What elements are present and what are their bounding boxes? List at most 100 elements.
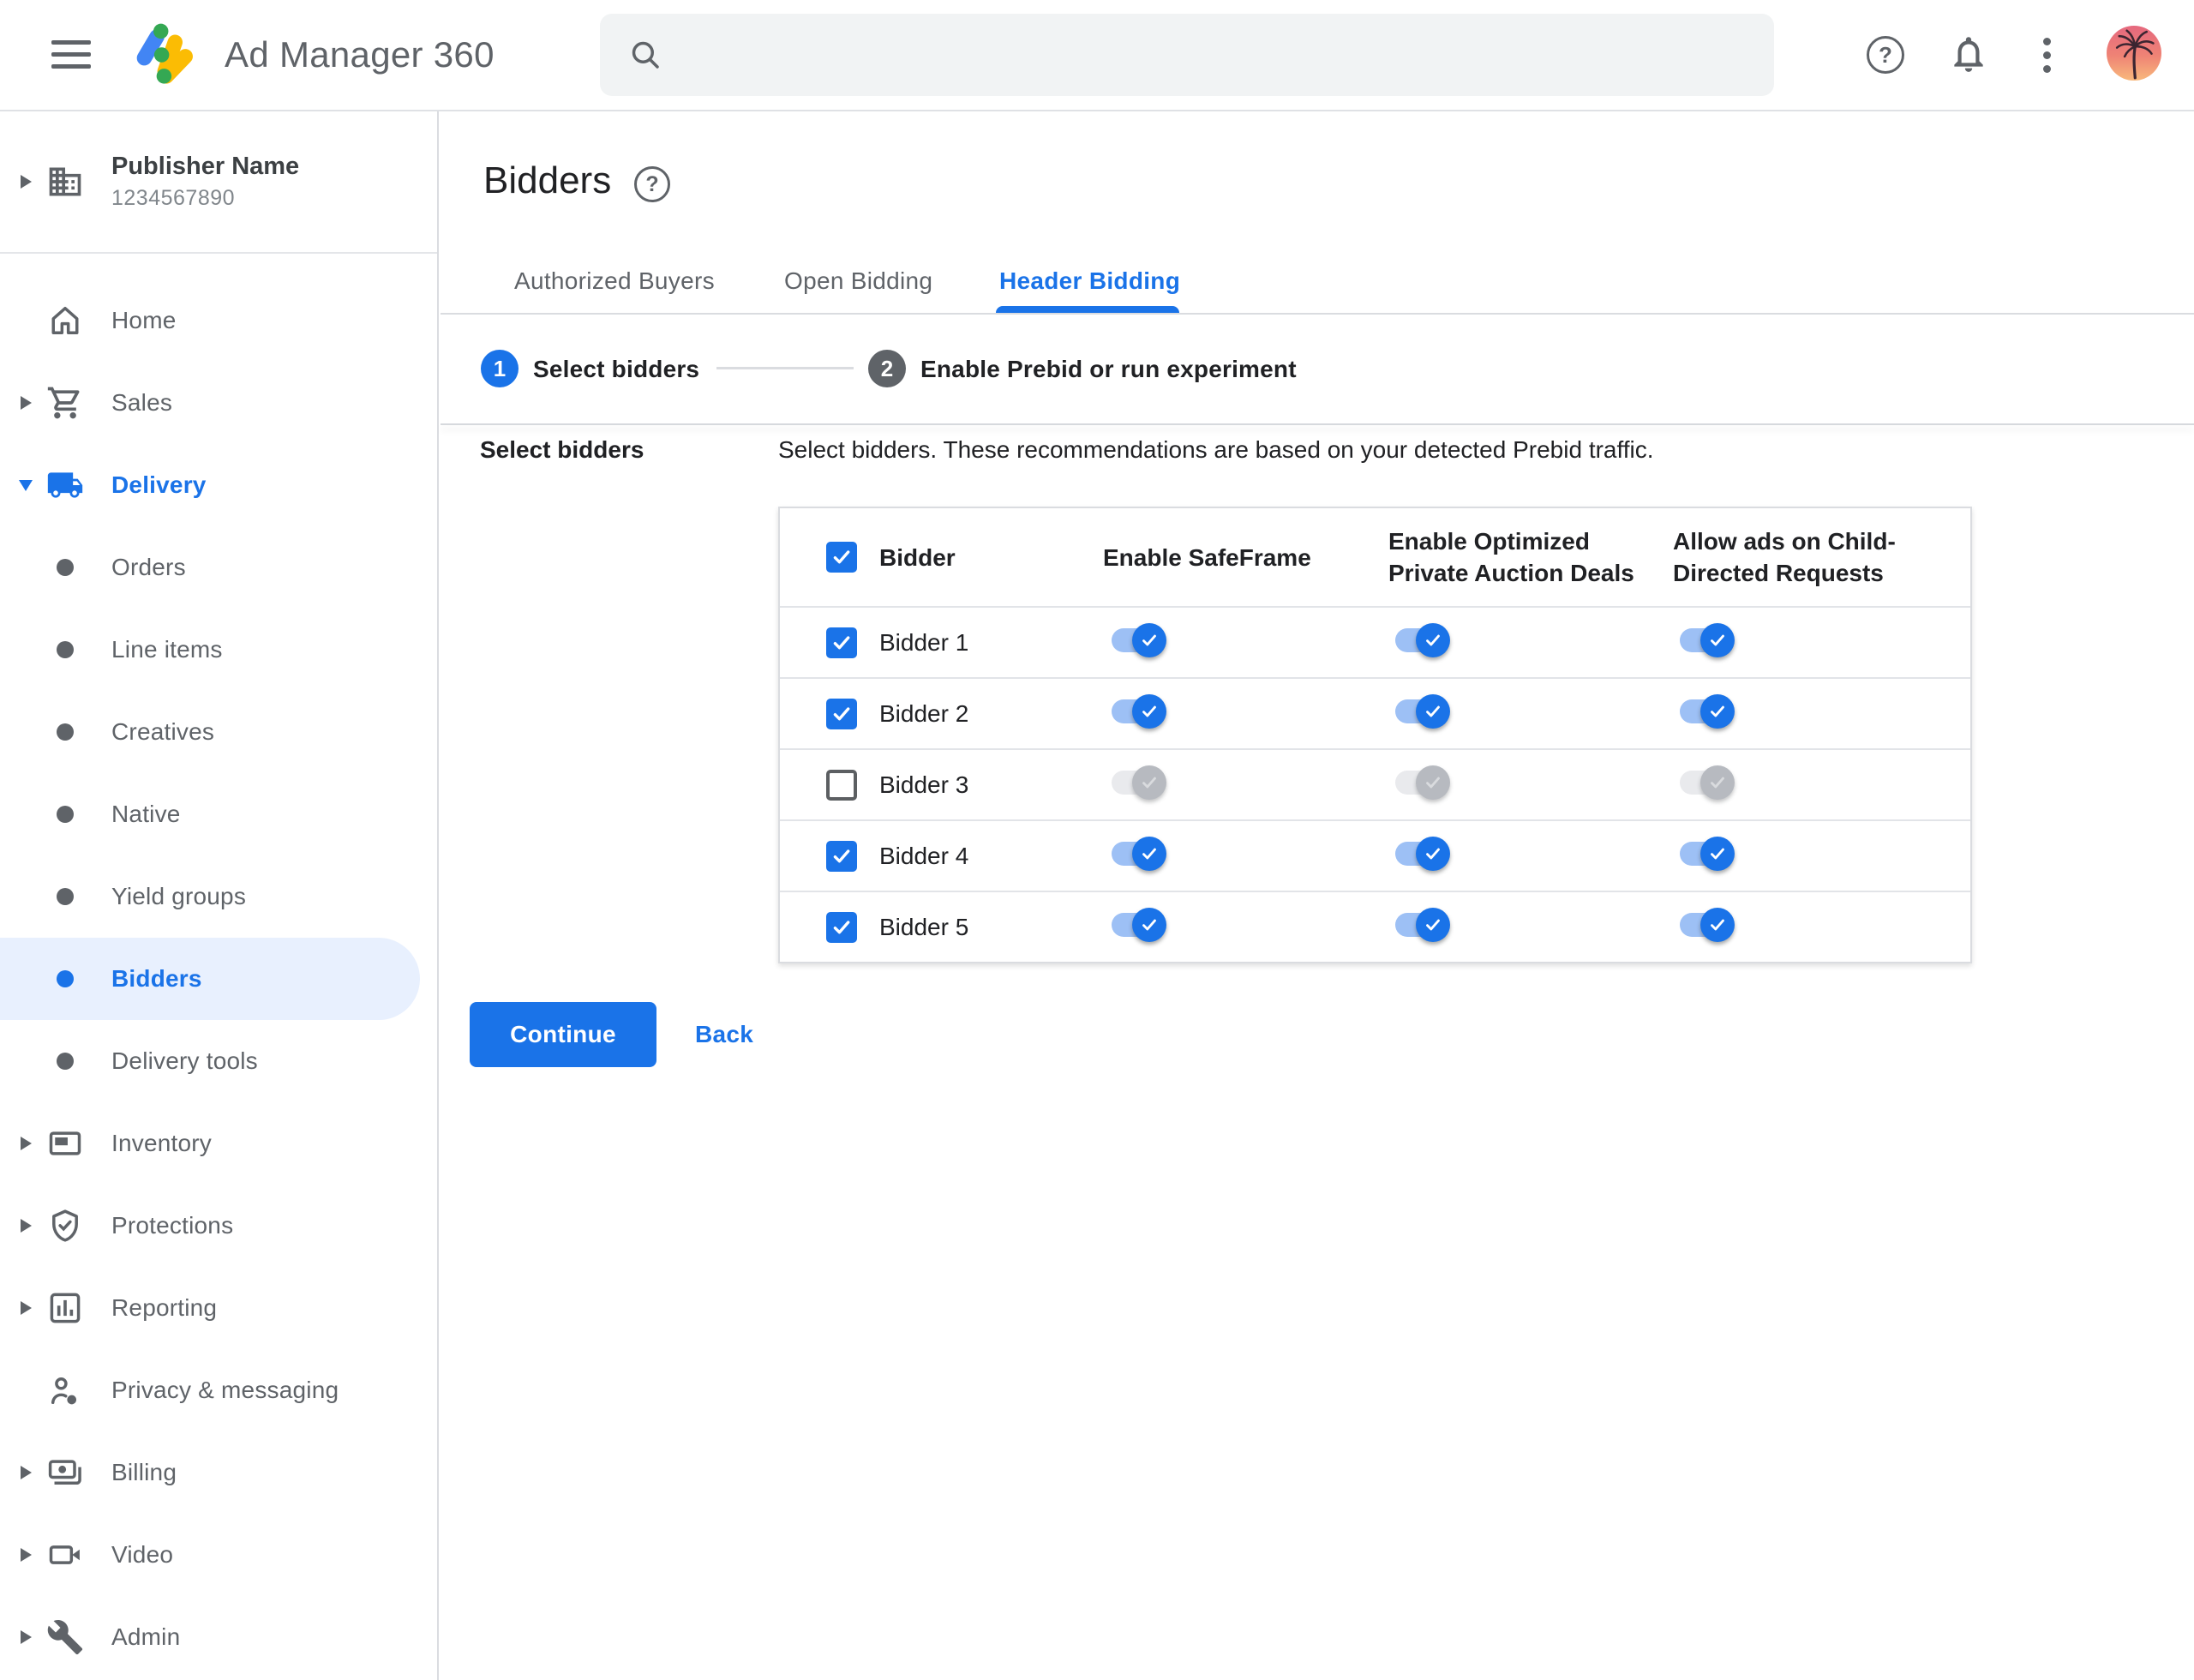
sidebar: Publisher Name 1234567890 Home Sales Deliv… (0, 111, 439, 1680)
sidebar-item-home[interactable]: Home (0, 279, 439, 362)
expand-arrow-icon[interactable] (20, 1548, 32, 1562)
tab-authorized-buyers[interactable]: Authorized Buyers (514, 267, 715, 295)
expand-arrow-icon[interactable] (20, 175, 32, 189)
menu-icon[interactable] (51, 40, 91, 69)
search-input[interactable] (684, 39, 1716, 70)
bullet-icon (57, 1053, 74, 1070)
toggle-child-directed-bidder-4[interactable] (1680, 837, 1736, 871)
continue-button[interactable]: Continue (470, 1002, 656, 1067)
sidebar-item-label: Creatives (111, 718, 215, 745)
building-icon (49, 167, 81, 196)
checkbox-bidder-3[interactable] (826, 769, 857, 801)
bullet-icon (57, 888, 74, 905)
step-2-circle: 2 (868, 350, 906, 387)
toggle-thumb (1132, 694, 1166, 729)
sidebar-item-billing[interactable]: Billing (0, 1431, 439, 1514)
palm-tree-image (2115, 29, 2155, 80)
toggle-child-directed-bidder-3[interactable] (1680, 765, 1736, 800)
sidebar-item-label: Billing (111, 1459, 177, 1485)
bidder-name: Bidder 4 (879, 842, 969, 869)
bar-chart-icon (50, 1293, 81, 1323)
sidebar-item-native[interactable]: Native (0, 773, 439, 855)
toggle-thumb (1700, 908, 1735, 942)
page-help-icon[interactable]: ? (634, 166, 670, 202)
sidebar-item-protections[interactable]: Protections (0, 1185, 439, 1267)
toggle-safeframe-bidder-2[interactable] (1112, 694, 1168, 729)
sidebar-item-sales[interactable]: Sales (0, 362, 439, 444)
toggle-optimized-deals-bidder-3[interactable] (1395, 765, 1452, 800)
toggle-thumb (1416, 623, 1450, 657)
toggle-thumb (1132, 837, 1166, 871)
bullet-icon (57, 970, 74, 987)
expand-arrow-icon[interactable] (20, 1466, 32, 1479)
section-description: Select bidders. These recommendations ar… (778, 436, 1654, 463)
toggle-thumb (1132, 623, 1166, 657)
toggle-thumb (1700, 765, 1735, 800)
cart-icon (47, 387, 80, 419)
bidder-name: Bidder 1 (879, 628, 969, 656)
toggle-thumb (1700, 694, 1735, 729)
checkbox-bidder-2[interactable] (826, 698, 857, 729)
avatar[interactable] (2107, 26, 2161, 81)
toggle-optimized-deals-bidder-4[interactable] (1395, 837, 1452, 871)
sidebar-item-orders[interactable]: Orders (0, 526, 439, 609)
toggle-safeframe-bidder-5[interactable] (1112, 908, 1168, 942)
sidebar-item-delivery[interactable]: Delivery (0, 444, 439, 526)
help-icon[interactable]: ? (1867, 36, 1904, 74)
checkbox-bidder-5[interactable] (826, 911, 857, 943)
sidebar-item-inventory[interactable]: Inventory (0, 1102, 439, 1185)
table-row-bidder-2: Bidder 2 (780, 677, 1970, 748)
sidebar-item-delivery-tools[interactable]: Delivery tools (0, 1020, 439, 1102)
active-tab-indicator (996, 306, 1179, 313)
overflow-menu-icon[interactable] (2043, 38, 2052, 79)
bullet-icon (57, 641, 74, 658)
checkbox-bidder-1[interactable] (826, 627, 857, 658)
publisher-name: Publisher Name (111, 153, 300, 180)
sidebar-item-label: Video (111, 1541, 174, 1568)
sidebar-item-creatives[interactable]: Creatives (0, 691, 439, 773)
inventory-icon (49, 1131, 81, 1155)
sidebar-item-label: Privacy & messaging (111, 1377, 339, 1403)
expand-arrow-icon[interactable] (20, 1630, 32, 1644)
select-all-checkbox[interactable] (826, 542, 857, 573)
sidebar-item-admin[interactable]: Admin (0, 1596, 439, 1678)
expand-arrow-icon[interactable] (20, 1137, 32, 1150)
column-header-bidder: Bidder (879, 543, 956, 571)
toggle-child-directed-bidder-2[interactable] (1680, 694, 1736, 729)
sidebar-item-video[interactable]: Video (0, 1514, 439, 1596)
toggle-thumb (1416, 908, 1450, 942)
checkbox-bidder-4[interactable] (826, 840, 857, 872)
section-label: Select bidders (480, 436, 644, 463)
sidebar-item-label: Home (111, 307, 177, 333)
toggle-thumb (1700, 837, 1735, 871)
sidebar-item-reporting[interactable]: Reporting (0, 1267, 439, 1349)
sidebar-item-privacy-messaging[interactable]: Privacy & messaging (0, 1349, 439, 1431)
toggle-safeframe-bidder-1[interactable] (1112, 623, 1168, 657)
expand-arrow-icon[interactable] (20, 1301, 32, 1315)
toggle-safeframe-bidder-3[interactable] (1112, 765, 1168, 800)
expand-arrow-icon[interactable] (20, 396, 32, 410)
column-header-optimized: Enable Optimized Private Auction Deals (1388, 528, 1634, 586)
sidebar-item-line-items[interactable]: Line items (0, 609, 439, 691)
back-button[interactable]: Back (695, 1002, 753, 1067)
toggle-thumb (1132, 908, 1166, 942)
sidebar-item-label: Native (111, 801, 181, 827)
toggle-child-directed-bidder-5[interactable] (1680, 908, 1736, 942)
toggle-optimized-deals-bidder-2[interactable] (1395, 694, 1452, 729)
toggle-safeframe-bidder-4[interactable] (1112, 837, 1168, 871)
sidebar-item-yield-groups[interactable]: Yield groups (0, 855, 439, 938)
tab-header-bidding[interactable]: Header Bidding (999, 267, 1180, 295)
product-name: Ad Manager 360 (225, 34, 495, 75)
toggle-optimized-deals-bidder-5[interactable] (1395, 908, 1452, 942)
ad-manager-logo-icon (136, 23, 193, 84)
toggle-child-directed-bidder-1[interactable] (1680, 623, 1736, 657)
notifications-bell-icon[interactable] (1947, 33, 1990, 75)
publisher-switcher[interactable]: Publisher Name 1234567890 (0, 111, 437, 254)
sidebar-item-bidders[interactable]: Bidders (0, 938, 420, 1020)
collapse-arrow-icon[interactable] (19, 479, 33, 491)
expand-arrow-icon[interactable] (20, 1219, 32, 1233)
tab-open-bidding[interactable]: Open Bidding (784, 267, 932, 295)
search-bar[interactable] (600, 14, 1774, 96)
money-icon (48, 1460, 81, 1485)
toggle-optimized-deals-bidder-1[interactable] (1395, 623, 1452, 657)
